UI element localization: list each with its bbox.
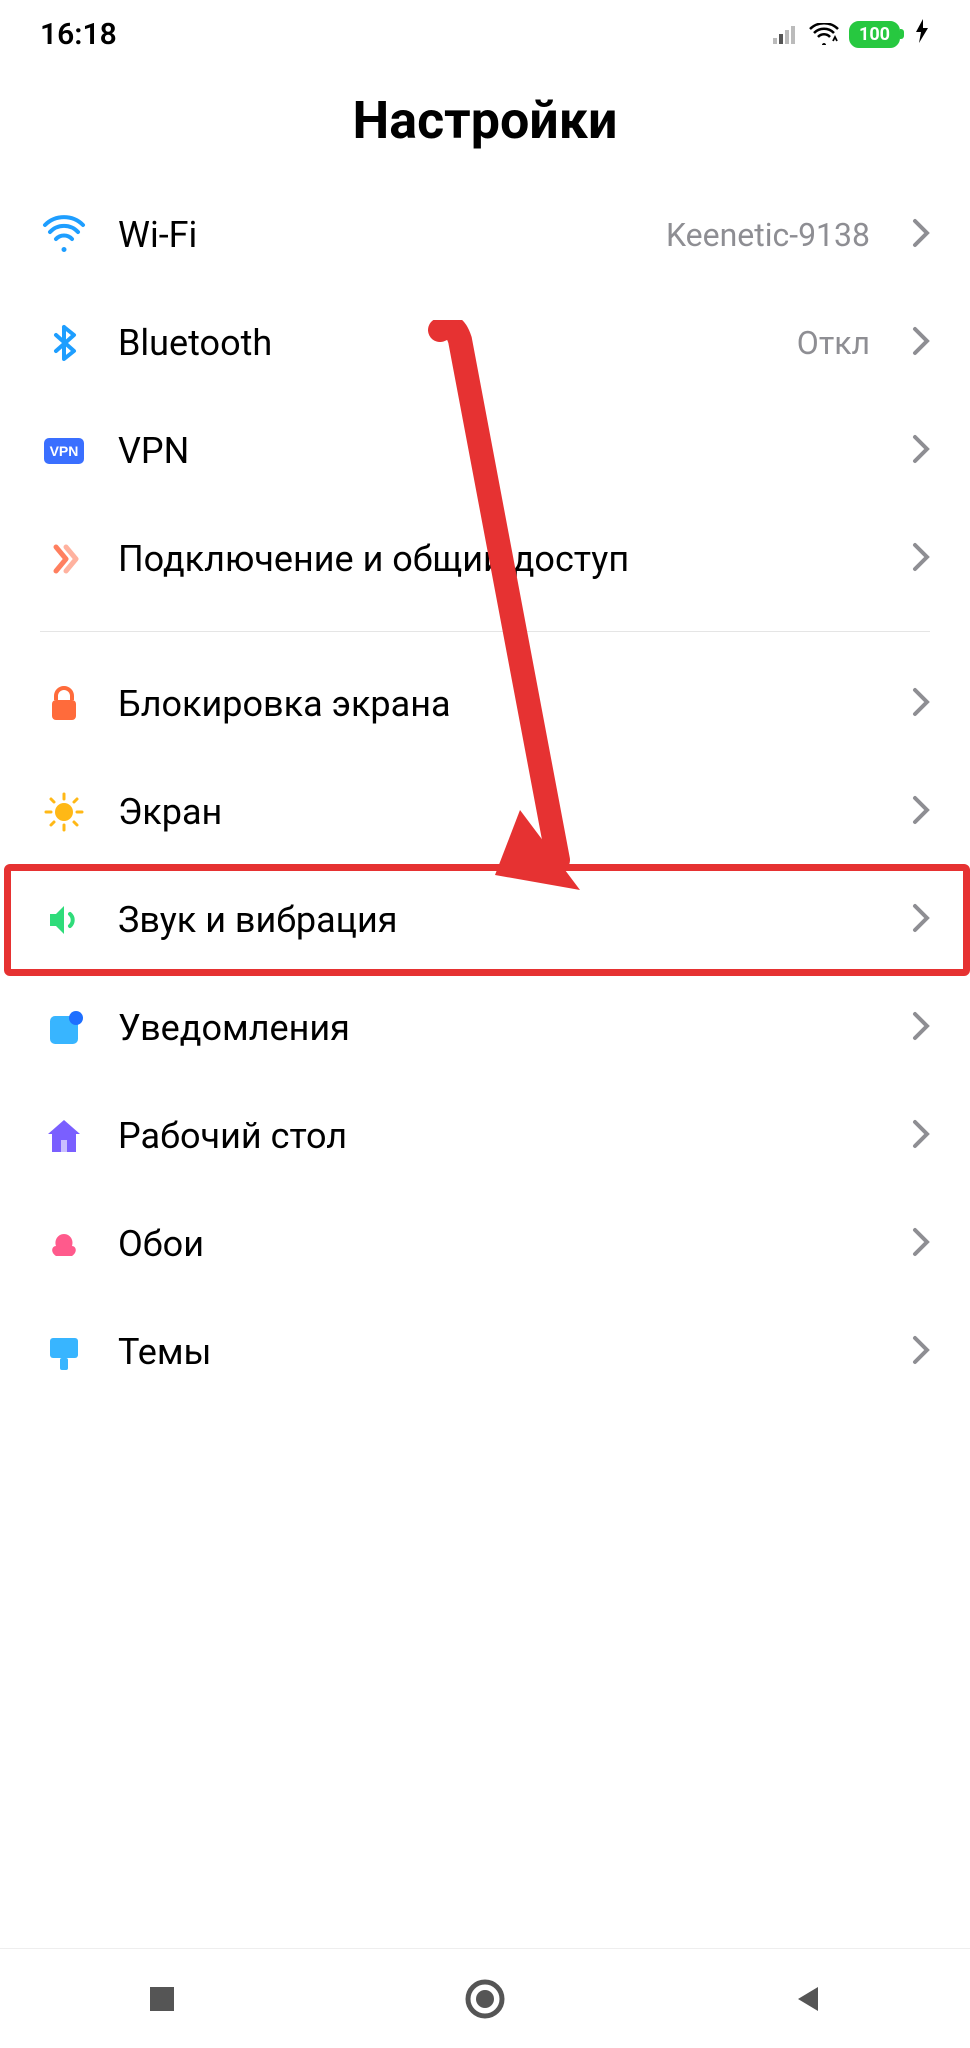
brightness-icon (40, 788, 88, 836)
charging-icon (914, 19, 930, 49)
status-time: 16:18 (40, 17, 117, 52)
sharing-icon (40, 535, 88, 583)
settings-item-wifi[interactable]: Wi-Fi Keenetic-9138 (40, 181, 930, 289)
settings-item-sharing[interactable]: Подключение и общий доступ (40, 505, 930, 613)
settings-item-bluetooth[interactable]: Bluetooth Откл (40, 289, 930, 397)
nav-recent-button[interactable] (87, 1969, 237, 2029)
settings-list: Wi-Fi Keenetic-9138 Bluetooth Откл VPN V… (0, 181, 970, 1406)
settings-item-label: Блокировка экрана (118, 683, 882, 725)
chevron-right-icon (912, 1335, 930, 1369)
battery-percent: 100 (859, 24, 890, 45)
chevron-right-icon (912, 1227, 930, 1261)
nav-home-button[interactable] (410, 1969, 560, 2029)
wifi-status-icon (809, 23, 839, 45)
chevron-right-icon (912, 1011, 930, 1045)
battery-indicator: 100 (849, 21, 900, 48)
settings-item-home[interactable]: Рабочий стол (40, 1082, 930, 1190)
settings-item-label: Экран (118, 791, 882, 833)
chevron-right-icon (912, 903, 930, 937)
home-icon (40, 1112, 88, 1160)
chevron-right-icon (912, 1119, 930, 1153)
wallpaper-icon (40, 1220, 88, 1268)
status-bar: 16:18 100 (0, 0, 970, 60)
settings-item-label: Обои (118, 1223, 882, 1265)
sound-icon (40, 896, 88, 944)
navigation-bar (0, 1948, 970, 2048)
cellular-signal-icon (773, 24, 799, 44)
settings-item-label: Подключение и общий доступ (118, 538, 882, 580)
svg-text:VPN: VPN (50, 443, 79, 459)
settings-item-label: Уведомления (118, 1007, 882, 1049)
settings-item-value: Keenetic-9138 (666, 216, 870, 254)
settings-item-vpn[interactable]: VPN VPN (40, 397, 930, 505)
settings-item-label: Wi-Fi (118, 214, 636, 256)
settings-item-label: Рабочий стол (118, 1115, 882, 1157)
status-icons: 100 (773, 19, 930, 49)
section-divider (40, 631, 930, 632)
settings-item-sound[interactable]: Звук и вибрация (40, 866, 930, 974)
settings-item-label: Bluetooth (118, 322, 767, 364)
settings-item-label: Темы (118, 1331, 882, 1373)
chevron-right-icon (912, 218, 930, 252)
bluetooth-icon (40, 319, 88, 367)
chevron-right-icon (912, 326, 930, 360)
settings-item-value: Откл (797, 324, 870, 362)
vpn-icon: VPN (40, 427, 88, 475)
settings-item-label: VPN (118, 430, 882, 472)
nav-back-button[interactable] (733, 1969, 883, 2029)
chevron-right-icon (912, 795, 930, 829)
lock-icon (40, 680, 88, 728)
settings-item-notifications[interactable]: Уведомления (40, 974, 930, 1082)
settings-item-wallpaper[interactable]: Обои (40, 1190, 930, 1298)
settings-item-label: Звук и вибрация (118, 899, 882, 941)
wifi-icon (40, 211, 88, 259)
settings-item-display[interactable]: Экран (40, 758, 930, 866)
themes-icon (40, 1328, 88, 1376)
settings-item-lockscreen[interactable]: Блокировка экрана (40, 650, 930, 758)
notifications-icon (40, 1004, 88, 1052)
chevron-right-icon (912, 687, 930, 721)
page-title: Настройки (0, 90, 970, 151)
chevron-right-icon (912, 434, 930, 468)
settings-item-themes[interactable]: Темы (40, 1298, 930, 1406)
chevron-right-icon (912, 542, 930, 576)
